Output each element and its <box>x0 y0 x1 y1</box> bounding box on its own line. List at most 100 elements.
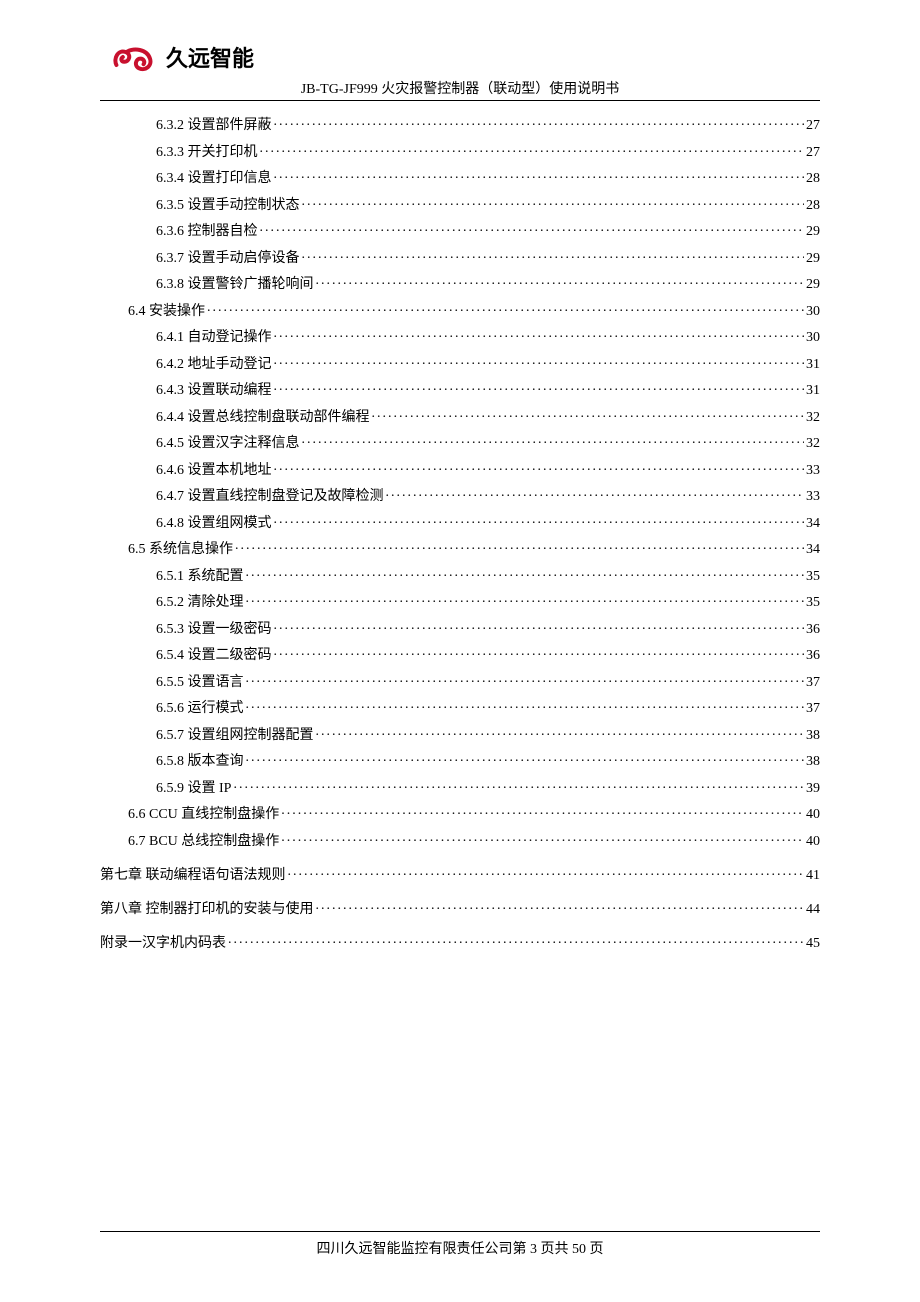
toc-entry-page: 36 <box>804 623 820 637</box>
toc-leader-dots <box>207 301 804 315</box>
toc-entry-page: 37 <box>804 702 820 716</box>
toc-entry-page: 31 <box>804 358 820 372</box>
toc-leader-dots <box>274 168 805 182</box>
toc-entry-label: 6.5.2 清除处理 <box>156 596 246 610</box>
toc-leader-dots <box>246 698 805 712</box>
document-title: JB-TG-JF999 火灾报警控制器（联动型）使用说明书 <box>100 78 820 98</box>
toc-leader-dots <box>316 725 805 739</box>
toc-entry: 6.4.4 设置总线控制盘联动部件编程32 <box>100 407 820 425</box>
toc-entry-page: 38 <box>804 755 820 769</box>
toc-entry-page: 34 <box>804 543 820 557</box>
toc-entry: 6.5.3 设置一级密码 36 <box>100 619 820 637</box>
toc-entry-label: 6.4.3 设置联动编程 <box>156 384 274 398</box>
toc-entry-label: 6.4.7 设置直线控制盘登记及故障检测 <box>156 490 386 504</box>
toc-entry: 6.5.5 设置语言37 <box>100 672 820 690</box>
toc-entry-label: 6.6 CCU 直线控制盘操作 <box>128 808 281 822</box>
toc-entry-label: 第八章 控制器打印机的安装与使用 <box>100 903 316 917</box>
toc-entry: 6.5 系统信息操作 34 <box>100 539 820 557</box>
toc-entry-page: 28 <box>804 199 820 213</box>
toc-entry: 6.5.9 设置 IP39 <box>100 778 820 796</box>
table-of-contents: 6.3.2 设置部件屏蔽27 6.3.3 开关打印机 27 6.3.4 设置打印信息2… <box>100 115 820 951</box>
toc-entry-label: 附录一汉字机内码表 <box>100 937 228 951</box>
toc-leader-dots <box>274 354 805 368</box>
toc-entry-page: 41 <box>804 869 820 883</box>
toc-entry: 6.4.6 设置本机地址 33 <box>100 460 820 478</box>
toc-entry-page: 28 <box>804 172 820 186</box>
toc-entry-page: 32 <box>804 411 820 425</box>
toc-entry-page: 31 <box>804 384 820 398</box>
toc-entry-page: 35 <box>804 596 820 610</box>
toc-leader-dots <box>274 380 805 394</box>
toc-entry: 6.3.8 设置警铃广播轮响间 29 <box>100 274 820 292</box>
toc-leader-dots <box>274 115 805 129</box>
toc-entry-page: 29 <box>804 252 820 266</box>
brand-name: 久远智能 <box>166 41 254 73</box>
toc-entry-page: 32 <box>804 437 820 451</box>
toc-entry-label: 6.4.6 设置本机地址 <box>156 464 274 478</box>
toc-entry-page: 44 <box>804 903 820 917</box>
toc-leader-dots <box>274 619 805 633</box>
toc-entry-page: 27 <box>804 146 820 160</box>
toc-entry-page: 30 <box>804 331 820 345</box>
toc-entry-page: 36 <box>804 649 820 663</box>
toc-entry-label: 6.5.1 系统配置 <box>156 570 246 584</box>
toc-entry-page: 29 <box>804 278 820 292</box>
toc-leader-dots <box>274 645 805 659</box>
toc-entry-label: 6.7 BCU 总线控制盘操作 <box>128 835 281 849</box>
brand-logo-icon <box>110 40 158 74</box>
toc-entry-page: 38 <box>804 729 820 743</box>
toc-entry-page: 39 <box>804 782 820 796</box>
toc-entry-label: 6.3.8 设置警铃广播轮响间 <box>156 278 316 292</box>
toc-entry: 第八章 控制器打印机的安装与使用 44 <box>100 899 820 917</box>
toc-entry: 6.3.4 设置打印信息28 <box>100 168 820 186</box>
toc-entry-label: 6.5.6 运行模式 <box>156 702 246 716</box>
logo-row: 久远智能 <box>110 40 820 74</box>
toc-entry-label: 6.5.4 设置二级密码 <box>156 649 274 663</box>
footer-text: 四川久远智能监控有限责任公司第 3 页共 50 页 <box>100 1238 820 1258</box>
toc-entry-label: 6.5.3 设置一级密码 <box>156 623 274 637</box>
toc-entry-label: 6.5.8 版本查询 <box>156 755 246 769</box>
toc-entry-label: 6.5 系统信息操作 <box>128 543 235 557</box>
toc-entry: 6.3.2 设置部件屏蔽27 <box>100 115 820 133</box>
toc-entry: 6.4.5 设置汉字注释信息 32 <box>100 433 820 451</box>
toc-entry: 附录一汉字机内码表45 <box>100 933 820 951</box>
toc-entry: 6.4 安装操作 30 <box>100 301 820 319</box>
page-header: 久远智能 JB-TG-JF999 火灾报警控制器（联动型）使用说明书 <box>100 40 820 101</box>
toc-entry-page: 40 <box>804 808 820 822</box>
toc-entry: 6.6 CCU 直线控制盘操作 40 <box>100 804 820 822</box>
toc-entry-label: 6.4 安装操作 <box>128 305 207 319</box>
toc-leader-dots <box>281 831 804 845</box>
toc-leader-dots <box>246 566 805 580</box>
toc-leader-dots <box>246 751 805 765</box>
toc-entry: 6.3.3 开关打印机 27 <box>100 142 820 160</box>
toc-leader-dots <box>274 460 805 474</box>
toc-leader-dots <box>233 778 804 792</box>
toc-entry: 6.5.8 版本查询 38 <box>100 751 820 769</box>
toc-entry-label: 第七章 联动编程语句语法规则 <box>100 869 288 883</box>
toc-entry-page: 34 <box>804 517 820 531</box>
toc-entry: 第七章 联动编程语句语法规则 41 <box>100 865 820 883</box>
toc-entry-page: 30 <box>804 305 820 319</box>
toc-entry-page: 29 <box>804 225 820 239</box>
toc-entry: 6.5.1 系统配置35 <box>100 566 820 584</box>
toc-entry-label: 6.3.5 设置手动控制状态 <box>156 199 302 213</box>
toc-entry-label: 6.4.5 设置汉字注释信息 <box>156 437 302 451</box>
toc-entry: 6.4.2 地址手动登记31 <box>100 354 820 372</box>
toc-leader-dots <box>316 899 805 913</box>
toc-entry-label: 6.5.5 设置语言 <box>156 676 246 690</box>
toc-leader-dots <box>260 142 805 156</box>
page-footer: 四川久远智能监控有限责任公司第 3 页共 50 页 <box>0 1231 920 1258</box>
toc-entry: 6.3.6 控制器自检29 <box>100 221 820 239</box>
footer-divider <box>100 1231 820 1232</box>
toc-entry: 6.4.3 设置联动编程 31 <box>100 380 820 398</box>
toc-entry: 6.3.7 设置手动启停设备29 <box>100 248 820 266</box>
toc-entry-page: 33 <box>804 464 820 478</box>
toc-leader-dots <box>302 248 805 262</box>
toc-entry-label: 6.4.1 自动登记操作 <box>156 331 274 345</box>
toc-entry: 6.4.8 设置组网模式34 <box>100 513 820 531</box>
toc-leader-dots <box>372 407 805 421</box>
toc-leader-dots <box>246 592 805 606</box>
toc-entry: 6.5.7 设置组网控制器配置38 <box>100 725 820 743</box>
toc-leader-dots <box>302 195 805 209</box>
toc-entry-label: 6.3.3 开关打印机 <box>156 146 260 160</box>
